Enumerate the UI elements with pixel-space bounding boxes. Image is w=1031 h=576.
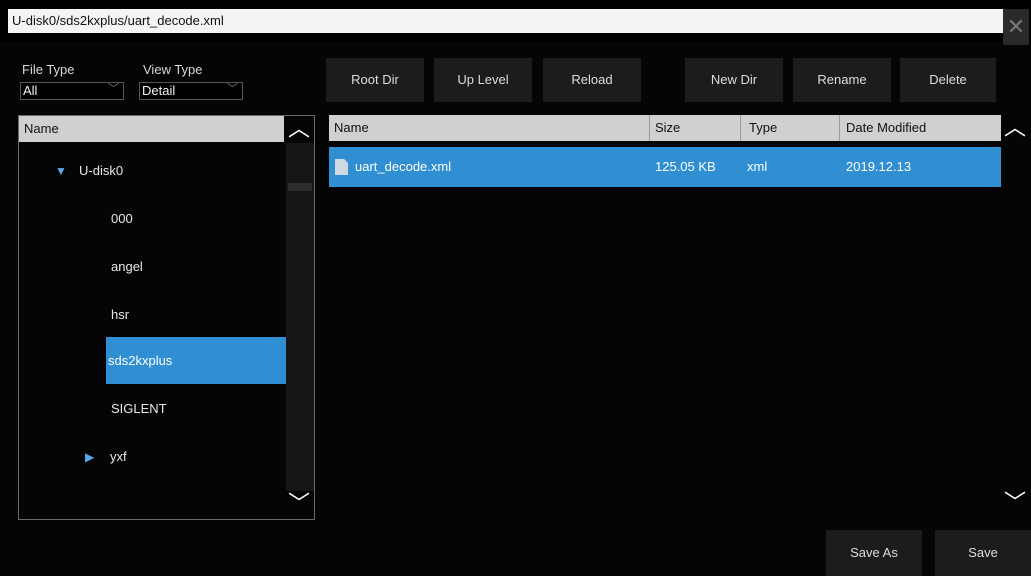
file-list-header: Name Size Type Date Modified <box>329 115 1001 141</box>
tree-item-angel[interactable]: angel <box>111 257 261 277</box>
tree-scroll-down-button[interactable]: ﹀ <box>285 491 313 517</box>
file-size: 125.05 KB <box>655 159 716 174</box>
column-divider <box>740 115 741 141</box>
file-type-select[interactable]: All ﹀ <box>20 82 124 100</box>
file-list: Name Size Type Date Modified ︿ ﹀ uart_de… <box>329 115 1031 520</box>
file-scroll-down-button[interactable]: ﹀ <box>1001 490 1029 516</box>
root-dir-button[interactable]: Root Dir <box>326 58 424 102</box>
new-dir-button[interactable]: New Dir <box>685 58 783 102</box>
file-type-value: All <box>23 83 38 98</box>
column-date-modified[interactable]: Date Modified <box>846 115 926 141</box>
tree-item-label: U-disk0 <box>79 163 124 178</box>
reload-button[interactable]: Reload <box>543 58 641 102</box>
tree-scroll-up-button[interactable]: ︿ <box>285 116 313 142</box>
tree-scroll-thumb[interactable] <box>288 183 312 191</box>
close-button[interactable]: ✕ <box>1003 9 1029 45</box>
expanded-arrow-icon: ▼ <box>55 164 67 178</box>
column-type[interactable]: Type <box>749 115 777 141</box>
tree-item-000[interactable]: 000 <box>111 209 261 229</box>
file-date: 2019.12.13 <box>846 159 912 174</box>
view-type-select[interactable]: Detail ﹀ <box>139 82 243 100</box>
save-as-button[interactable]: Save As <box>826 530 922 576</box>
up-level-button[interactable]: Up Level <box>434 58 532 102</box>
column-name[interactable]: Name <box>334 115 369 141</box>
delete-button[interactable]: Delete <box>900 58 996 102</box>
file-row[interactable]: uart_decode.xml 125.05 KB xml 2019.12.13 <box>329 147 1001 187</box>
chevron-down-icon: ﹀ <box>287 491 310 516</box>
tree-item-hsr[interactable]: hsr <box>111 305 261 325</box>
directory-tree: Name ︿ ﹀ ▼ U-disk0 000 angel hsr sds2kxp… <box>18 115 315 520</box>
tree-item-sds2kxplus[interactable]: sds2kxplus <box>106 337 286 384</box>
view-type-value: Detail <box>142 83 176 98</box>
file-scroll-up-button[interactable]: ︿ <box>1001 115 1029 141</box>
collapsed-arrow-icon: ▶ <box>85 450 95 464</box>
save-button[interactable]: Save <box>935 530 1031 576</box>
tree-scrollbar[interactable] <box>286 143 314 491</box>
chevron-down-icon: ﹀ <box>227 83 238 95</box>
file-type: xml <box>747 159 768 174</box>
chevron-down-icon: ﹀ <box>108 83 119 95</box>
file-icon <box>335 159 348 175</box>
path-field[interactable]: U-disk0/sds2kxplus/uart_decode.xml <box>8 9 1020 33</box>
view-type-label: View Type <box>143 62 203 77</box>
file-name: uart_decode.xml <box>355 159 452 174</box>
chevron-up-icon: ︿ <box>1003 115 1026 140</box>
title-bar: U-disk0/sds2kxplus/uart_decode.xml ✕ <box>0 0 1031 45</box>
rename-button[interactable]: Rename <box>793 58 891 102</box>
tree-item-siglent[interactable]: SIGLENT <box>111 399 261 419</box>
column-divider <box>839 115 840 141</box>
column-divider <box>649 115 650 141</box>
chevron-down-icon: ﹀ <box>1003 490 1026 515</box>
tree-item-label: yxf <box>110 449 127 464</box>
column-size[interactable]: Size <box>655 115 680 141</box>
file-type-label: File Type <box>22 62 75 77</box>
close-icon: ✕ <box>1006 14 1026 39</box>
chevron-up-icon: ︿ <box>287 116 310 141</box>
tree-header: Name <box>19 116 284 142</box>
